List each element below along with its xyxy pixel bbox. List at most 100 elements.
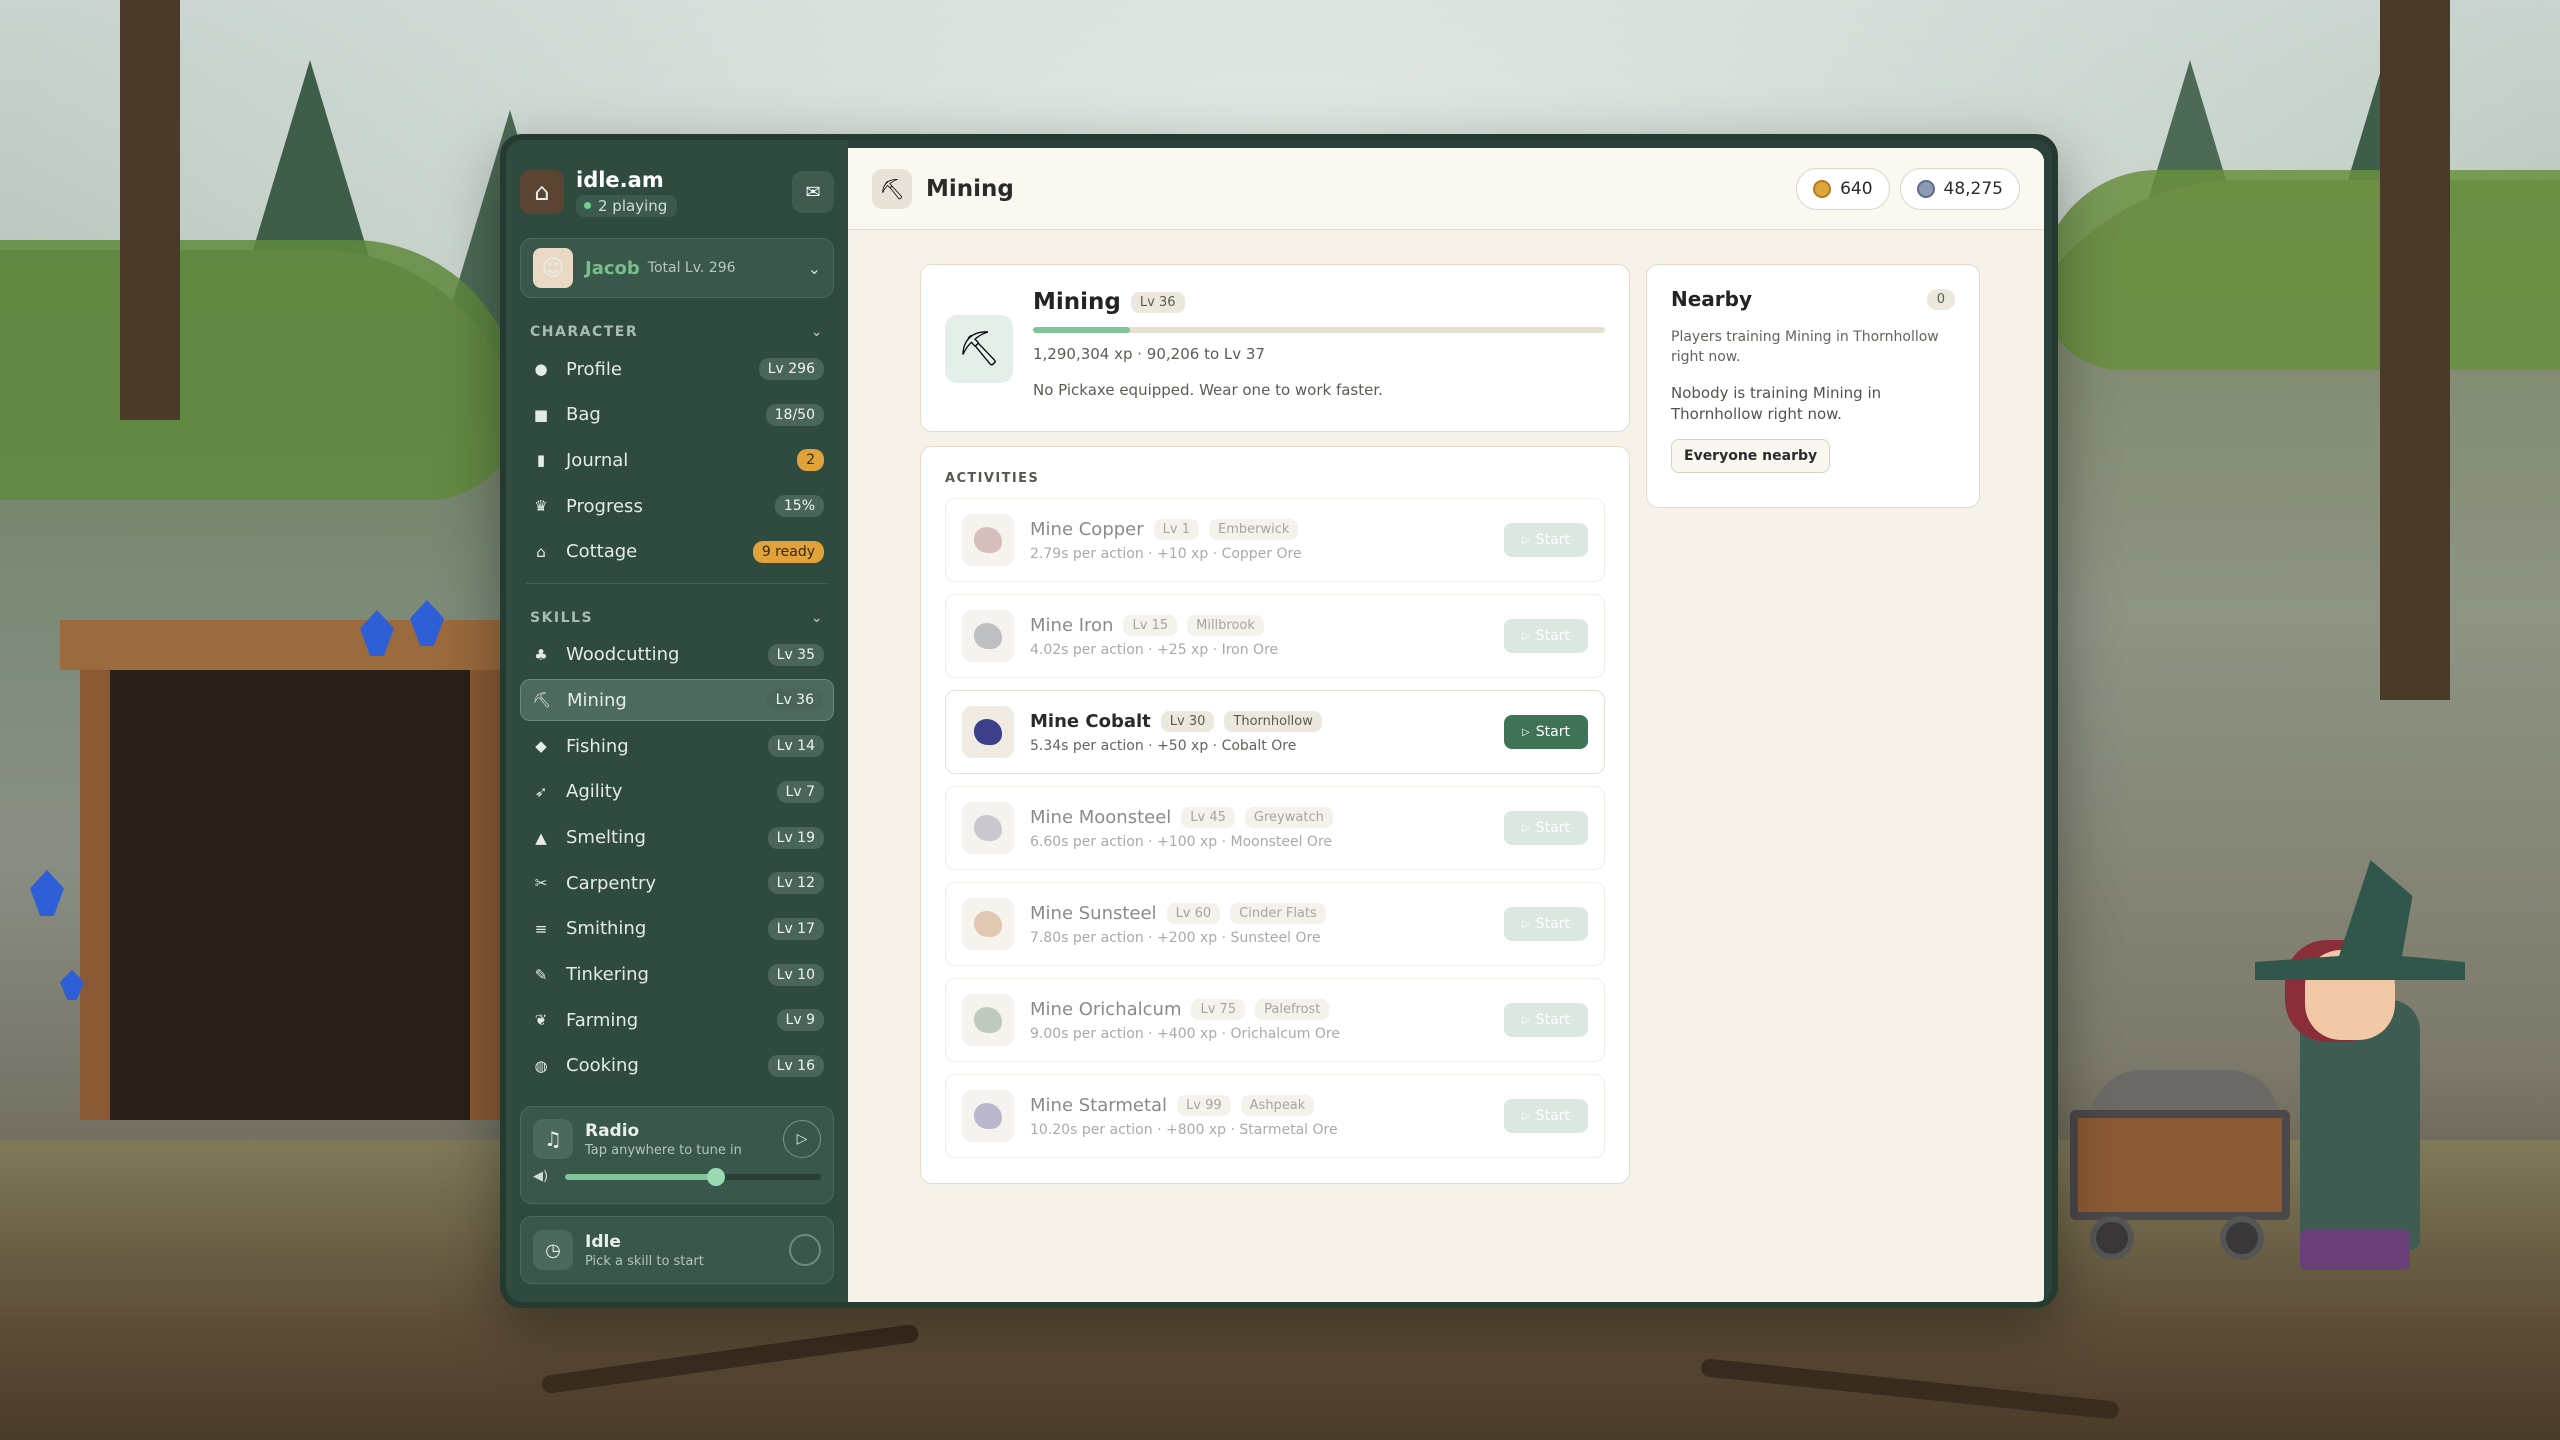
sidebar-item-label: Fishing (566, 735, 629, 757)
online-dot-icon (584, 202, 591, 209)
idle-status-card[interactable]: ◷ Idle Pick a skill to start (520, 1216, 834, 1284)
tree-icon: ♣ (534, 645, 548, 664)
sidebar-item-fishing[interactable]: ◆ Fishing Lv 14 (520, 725, 834, 767)
moss (0, 240, 520, 500)
section-character-label: CHARACTER (530, 324, 639, 340)
gold-coin-icon (1813, 179, 1832, 198)
play-icon: ▷ (1522, 1110, 1530, 1122)
runner-icon: ➶ (534, 782, 548, 801)
sidebar-item-profile[interactable]: ● Profile Lv 296 (520, 348, 834, 390)
mail-icon: ✉ (805, 181, 821, 203)
sidebar-item-label: Tinkering (566, 964, 649, 986)
activity-row[interactable]: Mine Sunsteel Lv 60 Cinder Flats 7.80s per … (945, 882, 1605, 966)
activity-location-badge: Millbrook (1187, 614, 1264, 636)
start-button[interactable]: ▷ Start (1504, 1003, 1588, 1037)
ore-icon (962, 802, 1014, 854)
skill-level-badge: Lv 36 (1130, 291, 1185, 313)
mail-button[interactable]: ✉ (792, 171, 834, 213)
cart-wheel (2090, 1216, 2134, 1260)
sidebar-item-cottage[interactable]: ⌂ Cottage 9 ready (520, 531, 834, 573)
sidebar-item-bag[interactable]: ■ Bag 18/50 (520, 394, 834, 436)
activity-location-badge: Ashpeak (1240, 1094, 1315, 1116)
equipment-note: No Pickaxe equipped. Wear one to work fa… (1033, 381, 1383, 399)
sidebar-item-label: Mining (567, 689, 627, 711)
gold-amount: 640 (1840, 178, 1873, 199)
person-icon: ● (534, 360, 548, 378)
sidebar-item-smithing[interactable]: ≡ Smithing Lv 17 (520, 908, 834, 950)
volume-slider[interactable] (565, 1167, 821, 1186)
sidebar-item-progress[interactable]: ♛ Progress 15% (520, 485, 834, 527)
avatar: ☺ (533, 248, 573, 288)
sidebar-item-label: Farming (566, 1009, 639, 1031)
radio-card[interactable]: ♫ Radio Tap anywhere to tune in ▷ ◀) (520, 1106, 834, 1204)
nearby-card: Nearby 0 Players training Mining in Thor… (1646, 264, 1980, 508)
section-character-header[interactable]: CHARACTER ⌄ (520, 320, 834, 344)
top-bar: ⛏ Mining 640 48,275 (848, 148, 2044, 230)
sidebar-item-agility[interactable]: ➶ Agility Lv 7 (520, 771, 834, 813)
activity-location-badge: Emberwick (1209, 518, 1299, 540)
start-button[interactable]: ▷ Start (1504, 715, 1588, 749)
start-button[interactable]: ▷ Start (1504, 619, 1588, 653)
sidebar-item-journal[interactable]: ▮ Journal 2 (520, 439, 834, 481)
volume-slider-knob[interactable] (707, 1167, 726, 1186)
activity-row[interactable]: Mine Copper Lv 1 Emberwick 2.79s per action… (945, 498, 1605, 582)
tree-trunk (2380, 0, 2450, 700)
start-button[interactable]: ▷ Start (1504, 523, 1588, 557)
activity-level-badge: Lv 1 (1153, 518, 1199, 540)
sidebar-item-smelting[interactable]: ▲ Smelting Lv 19 (520, 817, 834, 859)
sidebar-item-cooking[interactable]: ◍ Cooking Lv 16 (520, 1045, 834, 1087)
pot-icon: ◍ (534, 1056, 548, 1075)
sidebar-item-mining[interactable]: ⛏ Mining Lv 36 (520, 679, 834, 722)
activity-row[interactable]: Mine Orichalcum Lv 75 Palefrost 9.00s per a… (945, 978, 1605, 1062)
moss (2040, 170, 2560, 370)
activity-row[interactable]: Mine Cobalt Lv 30 Thornhollow 5.34s per act… (945, 690, 1605, 774)
character-nav: ● Profile Lv 296 ■ Bag 18/50 ▮ Journal 2 ♛ Progres… (520, 348, 834, 573)
activity-row[interactable]: Mine Moonsteel Lv 45 Greywatch 6.60s per ac… (945, 786, 1605, 870)
sidebar-item-badge: Lv 35 (767, 643, 824, 666)
activity-row[interactable]: Mine Starmetal Lv 99 Ashpeak 10.20s per act… (945, 1074, 1605, 1158)
witch-boots (2300, 1230, 2410, 1270)
sidebar-item-label: Smithing (566, 918, 647, 940)
radio-play-button[interactable]: ▷ (783, 1120, 821, 1158)
start-button[interactable]: ▷ Start (1504, 907, 1588, 941)
sidebar-item-tinkering[interactable]: ✎ Tinkering Lv 10 (520, 954, 834, 996)
main-panel: ⛏ Mining 640 48,275 ⛏ Mining Lv 36 1,290… (848, 148, 2044, 1302)
brand-header: ⌂ idle.am 2 playing ✉ (520, 164, 834, 220)
divider (526, 582, 828, 584)
sidebar-item-badge: Lv 14 (767, 735, 824, 758)
skill-title: Mining (1033, 289, 1121, 315)
activity-level-badge: Lv 30 (1160, 710, 1215, 732)
start-button[interactable]: ▷ Start (1504, 811, 1588, 845)
pickaxe-icon: ⛏ (872, 168, 912, 209)
mine-entrance (80, 640, 500, 1120)
trophy-icon: ♛ (534, 497, 548, 516)
ore-icon (962, 706, 1014, 758)
start-button-label: Start (1535, 916, 1570, 932)
gold-currency[interactable]: 640 (1796, 167, 1890, 210)
idle-subtitle: Pick a skill to start (585, 1253, 704, 1269)
ore-rock-icon (974, 815, 1002, 841)
chevron-down-icon: ⌄ (810, 609, 824, 626)
everyone-nearby-button[interactable]: Everyone nearby (1671, 439, 1831, 473)
sidebar-item-carpentry[interactable]: ✂ Carpentry Lv 12 (520, 862, 834, 904)
play-icon: ▷ (796, 1131, 808, 1147)
sidebar-item-badge: Lv 10 (767, 963, 824, 986)
sidebar-item-badge: 9 ready (752, 540, 824, 563)
start-button[interactable]: ▷ Start (1504, 1099, 1588, 1133)
character-selector[interactable]: ☺ Jacob Total Lv. 296 ⌄ (520, 238, 834, 298)
music-note-icon: ♫ (533, 1119, 573, 1159)
sidebar-item-woodcutting[interactable]: ♣ Woodcutting Lv 35 (520, 634, 834, 676)
app-window: ⌂ idle.am 2 playing ✉ ☺ Jacob Total Lv. … (500, 134, 2058, 1308)
activity-row[interactable]: Mine Iron Lv 15 Millbrook 4.02s per action … (945, 594, 1605, 678)
section-skills-header[interactable]: SKILLS ⌄ (520, 606, 834, 630)
ore-icon (962, 514, 1014, 566)
play-icon: ▷ (1522, 630, 1530, 642)
silver-currency[interactable]: 48,275 (1899, 167, 2020, 210)
activity-detail: 6.60s per action · +100 xp · Moonsteel O… (1030, 833, 1333, 850)
mine-cart (2070, 1110, 2290, 1220)
character-name: Jacob (585, 257, 640, 279)
activity-detail: 5.34s per action · +50 xp · Cobalt Ore (1030, 737, 1297, 754)
sidebar-item-farming[interactable]: ❦ Farming Lv 9 (520, 999, 834, 1041)
bag-icon: ■ (533, 405, 549, 424)
sprout-icon: ❦ (534, 1011, 548, 1030)
